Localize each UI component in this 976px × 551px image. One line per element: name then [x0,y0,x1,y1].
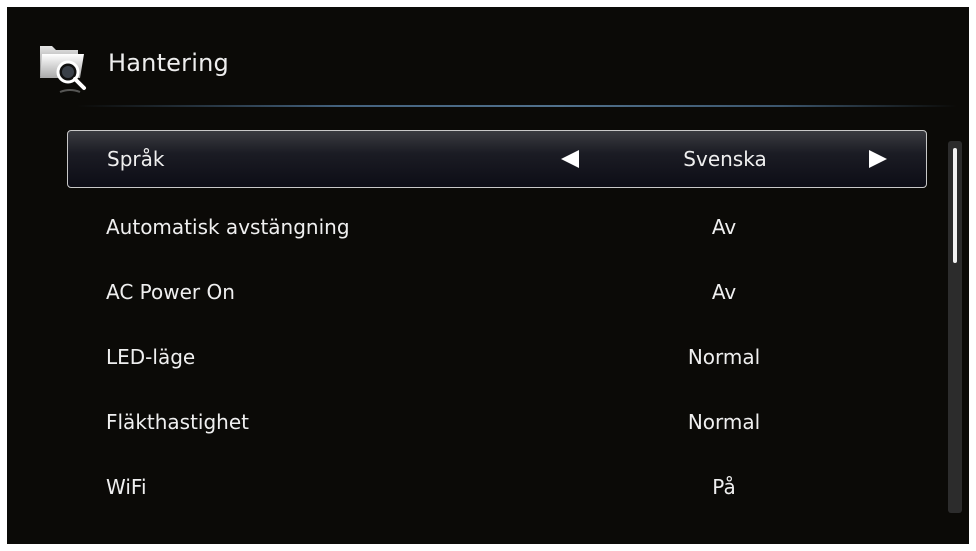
arrow-left-icon[interactable] [561,150,579,168]
arrow-right-icon[interactable] [869,150,887,168]
menu-row-ac-power-on[interactable]: AC Power On Av [67,260,927,324]
menu-row-wifi[interactable]: WiFi På [67,455,927,519]
scrollbar[interactable] [948,141,962,513]
menu-row-auto-power-off[interactable]: Automatisk avstängning Av [67,195,927,259]
settings-menu: Språk Svenska Automatisk avstängning Av … [67,129,927,520]
folder-search-icon [38,40,94,96]
menu-item-value: Av [711,215,737,239]
menu-item-label: Fläkthastighet [106,410,250,434]
menu-item-label: Språk [107,147,165,171]
menu-item-label: LED-läge [106,345,196,369]
menu-row-fan-speed[interactable]: Fläkthastighet Normal [67,390,927,454]
menu-row-language[interactable]: Språk Svenska [67,130,927,188]
menu-item-label: AC Power On [106,280,235,304]
settings-screen: Hantering Språk Svenska Automatisk avstä… [7,7,969,544]
menu-item-value: Normal [687,410,761,434]
menu-item-value: Av [711,280,737,304]
menu-item-value: Normal [687,345,761,369]
menu-item-label: WiFi [106,475,147,499]
menu-item-label: Automatisk avstängning [106,215,350,239]
menu-row-led-mode[interactable]: LED-läge Normal [67,325,927,389]
menu-item-value: På [712,475,736,499]
menu-item-value: Svenska [683,147,767,171]
page-title: Hantering [108,49,229,77]
scrollbar-thumb[interactable] [953,148,957,263]
header-divider [77,105,957,107]
header: Hantering [7,7,969,107]
